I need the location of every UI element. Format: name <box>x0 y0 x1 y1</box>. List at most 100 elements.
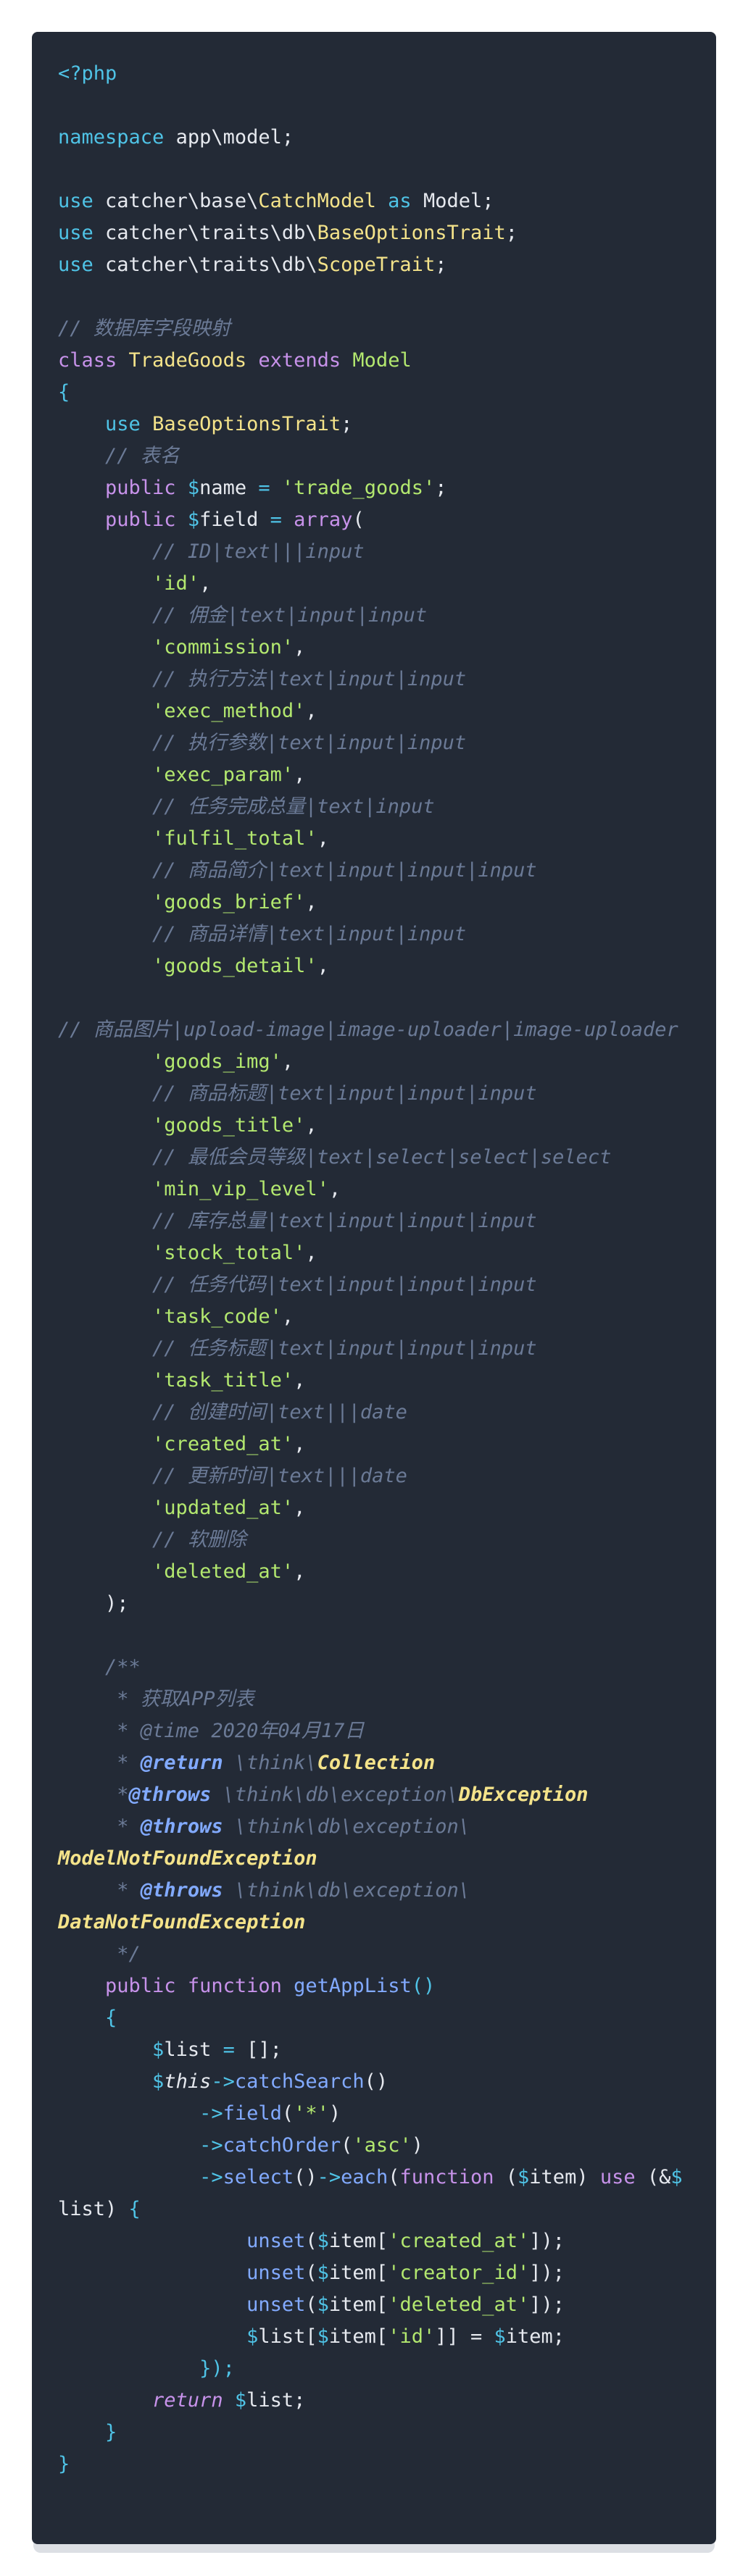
code-token: $ <box>317 2262 329 2284</box>
code-token: $ <box>175 509 200 531</box>
code-line: namespace app\model; <box>58 122 683 154</box>
code-token: // 商品标题|text|input|input|input <box>152 1082 537 1105</box>
code-token: , <box>294 1433 306 1455</box>
code-token: use <box>599 2166 636 2188</box>
code-line: 'deleted_at', <box>58 1556 683 1588</box>
code-line: // 商品简介|text|input|input|input <box>58 855 683 887</box>
code-token: 'created_at' <box>152 1433 294 1455</box>
code-line: 'created_at', <box>58 1429 683 1460</box>
code-token: ) <box>576 2166 600 2188</box>
code-token: namespace <box>58 126 165 149</box>
code-line: $this->catchSearch() <box>58 2066 683 2098</box>
code-token: , <box>281 1305 294 1328</box>
code-token: 'deleted_at' <box>152 1560 294 1583</box>
code-token: ; <box>435 254 447 276</box>
code-token: // 软删除 <box>152 1529 246 1551</box>
code-token: $ <box>317 2293 329 2316</box>
code-token: { <box>105 2007 117 2029</box>
code-token: use <box>58 190 94 212</box>
code-token: use <box>58 254 94 276</box>
code-token: unset <box>246 2293 306 2316</box>
code-line: public $name = 'trade_goods'; <box>58 472 683 504</box>
code-line: // 更新时间|text|||date <box>58 1460 683 1492</box>
code-token: // 佣金|text|input|input <box>152 604 428 627</box>
code-token: ( <box>388 2166 400 2188</box>
code-token: $ <box>317 2230 329 2252</box>
code-token: Model <box>352 349 412 372</box>
code-line: use catcher\traits\db\BaseOptionsTrait; <box>58 217 683 249</box>
code-token: '*' <box>294 2102 329 2125</box>
code-token: ; <box>341 413 353 435</box>
code-line: 'task_title', <box>58 1365 683 1397</box>
code-token: // 执行方法|text|input|input <box>152 668 467 690</box>
code-line: unset($item['created_at']); <box>58 2225 683 2257</box>
code-line: 'updated_at', <box>58 1492 683 1524</box>
code-token: $ <box>494 2325 506 2348</box>
code-token: ScopeTrait <box>317 254 436 276</box>
code-line: /** <box>58 1652 683 1684</box>
code-token: } <box>105 2421 117 2443</box>
code-line: unset($item['deleted_at']); <box>58 2289 683 2321</box>
code-token: ; <box>505 222 518 244</box>
code-line: // 执行方法|text|input|input <box>58 664 683 695</box>
code-token: catcher\traits\db\ <box>93 254 317 276</box>
code-token: list; <box>246 2389 306 2412</box>
code-line: */ <box>58 1939 683 1970</box>
code-token: 'goods_detail' <box>152 955 317 977</box>
code-token: 'fulfil_total' <box>152 827 317 850</box>
code-token: // 商品图片|upload-image|image-uploader|imag… <box>58 1019 678 1041</box>
code-token: // 商品简介|text|input|input|input <box>152 859 537 882</box>
code-line: // 任务标题|text|input|input|input <box>58 1333 683 1365</box>
code-token: catchOrder <box>223 2134 341 2157</box>
code-token: () <box>411 1975 436 1997</box>
code-token: * <box>58 1783 129 1806</box>
code-token: catcher\traits\db\ <box>93 222 317 244</box>
code-line: 'goods_brief', <box>58 887 683 919</box>
code-line: ->select()->each(function ($item) use (&… <box>58 2162 683 2194</box>
code-token: , <box>317 955 329 977</box>
code-token: ); <box>58 1592 129 1615</box>
code-token: item <box>529 2166 577 2188</box>
code-token: ]); <box>529 2293 565 2316</box>
code-token: 'deleted_at' <box>388 2293 530 2316</box>
code-line: // 商品详情|text|input|input <box>58 919 683 950</box>
code-line: use catcher\traits\db\ScopeTrait; <box>58 249 683 281</box>
code-token: -> <box>199 2166 223 2188</box>
code-line: 'min_vip_level', <box>58 1174 683 1205</box>
code-token: $ <box>175 477 200 499</box>
code-token: = <box>211 2038 247 2061</box>
code-line: 'id', <box>58 568 683 600</box>
code-token: item; <box>505 2325 565 2348</box>
code-token: , <box>294 1369 306 1392</box>
code-token: ( <box>281 2102 294 2125</box>
code-line: list) { <box>58 2194 683 2225</box>
code-token: list <box>58 2198 106 2220</box>
code-token: catchSearch <box>234 2070 365 2093</box>
code-token: unset <box>246 2230 306 2252</box>
code-token: use <box>105 413 141 435</box>
code-line: 'exec_param', <box>58 759 683 791</box>
code-token: array <box>294 509 353 531</box>
code-line: ModelNotFoundException <box>58 1843 683 1875</box>
